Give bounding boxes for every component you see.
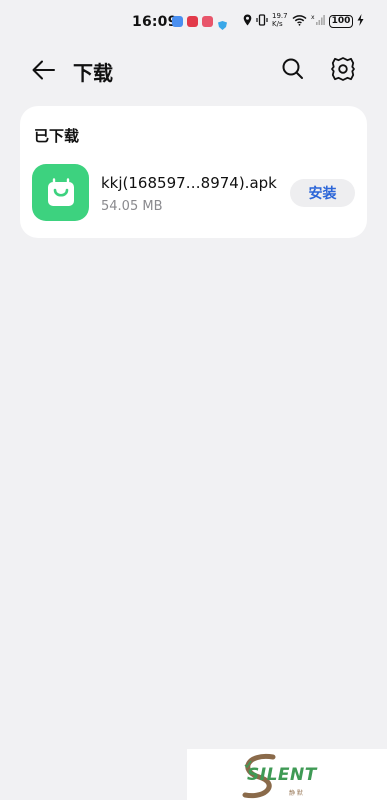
vibrate-icon xyxy=(256,13,268,29)
shopping-bag-icon xyxy=(47,177,74,206)
location-icon xyxy=(243,14,252,29)
notification-app-icon xyxy=(172,16,183,27)
gear-icon xyxy=(331,57,355,81)
app-bar: 下载 xyxy=(0,44,387,96)
file-size: 54.05 MB xyxy=(101,199,163,214)
install-button[interactable]: 安装 xyxy=(290,179,355,207)
charging-icon xyxy=(357,13,364,29)
system-icons: 19.7 K/s x 100 xyxy=(243,12,364,29)
shield-icon xyxy=(217,16,228,30)
watermark: SILENT 静 默 xyxy=(187,749,387,800)
file-name: kkj(168597…8974).apk xyxy=(101,174,277,192)
search-button[interactable] xyxy=(280,56,306,82)
status-bar: 16:09 19.7 K/s x 100 xyxy=(0,0,387,44)
search-icon xyxy=(282,58,303,79)
page-title: 下载 xyxy=(73,61,113,85)
back-button[interactable] xyxy=(30,56,58,84)
signal-icon: x xyxy=(311,14,325,29)
watermark-subtext: 静 默 xyxy=(289,790,303,797)
watermark-text: SILENT xyxy=(247,765,317,785)
status-time: 16:09 xyxy=(132,14,178,30)
app-icon xyxy=(32,164,89,221)
notification-icons xyxy=(172,16,228,30)
wifi-icon xyxy=(292,14,307,29)
section-title-downloaded: 已下载 xyxy=(34,127,80,145)
back-arrow-icon xyxy=(32,60,55,80)
battery-indicator: 100 xyxy=(328,14,354,28)
network-speed: 19.7 K/s xyxy=(272,12,288,28)
notification-app-icon xyxy=(202,16,213,27)
downloads-card: 已下载 kkj(168597…8974).apk 54.05 MB 安装 xyxy=(20,106,367,238)
download-list-item[interactable]: kkj(168597…8974).apk 54.05 MB 安装 xyxy=(32,164,356,222)
settings-button[interactable] xyxy=(329,55,357,83)
notification-app-icon xyxy=(187,16,198,27)
svg-text:x: x xyxy=(311,14,315,21)
